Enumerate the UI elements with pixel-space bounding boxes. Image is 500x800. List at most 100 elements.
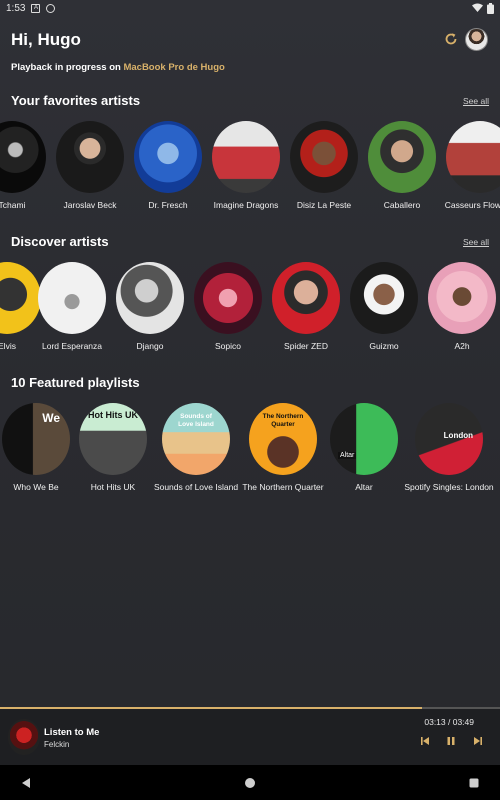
home-icon [245,778,255,788]
track-artist: Felckin [44,740,70,749]
status-right [472,2,494,14]
playlist-card[interactable]: Sounds of Love Island Sounds of Love Isl… [151,403,241,492]
status-time: 1:53 [6,2,26,14]
playlist-card[interactable]: The Northern Quarter The Northern Quarte… [238,403,328,492]
battery-icon [487,2,494,14]
mini-player[interactable]: Listen to Me Felckin 03:13 / 03:49 [0,707,500,765]
artist-card[interactable]: Lord Esperanza [27,262,117,351]
artist-card[interactable]: Casseurs Flowters [435,121,500,210]
discover-title: Discover artists [11,234,109,249]
playlist-card[interactable]: Hot Hits UK Hot Hits UK [68,403,158,492]
favorites-title: Your favorites artists [11,93,141,108]
playlist-name: Altar [355,482,373,492]
pause-button[interactable] [444,734,458,748]
playlist-cover-text: Altar [338,452,357,459]
artist-image [0,121,46,193]
next-button[interactable] [471,734,485,748]
playlist-card[interactable]: London Spotify Singles: London [404,403,494,492]
wifi-icon [472,3,483,12]
recents-button[interactable] [466,775,482,791]
artist-image [134,121,202,193]
playlist-name: Spotify Singles: London [404,482,494,492]
playlist-cover: Sounds of Love Island [162,403,230,475]
back-icon [22,778,30,788]
artist-image [212,121,280,193]
status-bar: 1:53 A [0,0,500,16]
artist-name: Django [136,341,164,351]
artist-image [56,121,124,193]
artist-name: Caballero [383,200,421,210]
refresh-button[interactable] [443,31,459,47]
notification-circle-icon [46,3,56,13]
device-link[interactable]: MacBook Pro de Hugo [123,62,224,73]
app-root: 1:53 A Hi, Hugo Playback in progress on … [0,0,500,800]
artist-name: Imagine Dragons [213,200,279,210]
status-left: 1:53 A [6,2,56,14]
artist-name: Lord Esperanza [41,341,102,351]
playlist-cover: Hot Hits UK [79,403,147,475]
pause-icon [447,737,455,745]
progress-fill [0,707,422,709]
track-time: 03:13 / 03:49 [424,717,474,727]
system-nav-bar [0,765,500,800]
artist-image [272,262,340,334]
track-cover [8,719,40,755]
playlist-cover-text: Sounds of Love Island [178,413,214,428]
playback-prefix: Playback in progress on [11,62,121,73]
refresh-icon [445,33,457,45]
artist-name: Jaroslav Beck [63,200,117,210]
user-avatar[interactable] [465,28,488,51]
previous-icon [421,737,429,745]
playlist-card[interactable]: Altar Altar [319,403,409,492]
artist-image [290,121,358,193]
artist-card[interactable]: Disiz La Peste [279,121,369,210]
playlists-title: 10 Featured playlists [11,375,140,390]
playlist-cover-text: London [443,431,473,440]
artist-card[interactable]: Jaroslav Beck [45,121,135,210]
artist-card[interactable]: Dr. Fresch [123,121,213,210]
back-button[interactable] [18,775,34,791]
playlist-name: The Northern Quarter [242,482,324,492]
notification-a-icon: A [31,3,41,13]
playlist-cover-text: Hot Hits UK [88,410,138,420]
artist-image [194,262,262,334]
playlist-cover-text: The Northern Quarter [262,413,304,428]
playlist-cover: We [2,403,70,475]
artist-name: Casseurs Flowters [444,200,500,210]
playlist-cover: The Northern Quarter [249,403,317,475]
playback-status: Playback in progress on MacBook Pro de H… [11,62,225,73]
recents-icon [469,778,479,788]
playlists-row: We Who We Be Hot Hits UK Hot Hits UK Sou… [0,403,500,498]
artist-card[interactable]: Imagine Dragons [201,121,291,210]
artist-image [446,121,500,193]
artist-name: Disiz La Peste [296,200,352,210]
favorites-row: Tchami Jaroslav Beck Dr. Fresch Imagine … [0,121,500,216]
track-title: Listen to Me [44,727,100,738]
artist-name: Spider ZED [284,341,328,351]
artist-name: Guizmo [369,341,399,351]
artist-image [350,262,418,334]
artist-card[interactable]: Sopico [183,262,273,351]
artist-image [428,262,496,334]
artist-card[interactable]: Caballero [357,121,447,210]
next-icon [474,737,482,745]
discover-see-all-link[interactable]: See all [463,237,489,247]
artist-name: Dr. Fresch [148,200,188,210]
playlist-cover: London [415,403,483,475]
artist-card[interactable]: Spider ZED [261,262,351,351]
favorites-see-all-link[interactable]: See all [463,96,489,106]
artist-card[interactable]: Django [105,262,195,351]
artist-image [38,262,106,334]
previous-button[interactable] [418,734,432,748]
artist-name: A2h [454,341,470,351]
artist-image [116,262,184,334]
home-button[interactable] [242,775,258,791]
artist-card[interactable]: Guizmo [339,262,429,351]
playlist-name: Sounds of Love Island [153,482,239,492]
discover-row: Elvis Lord Esperanza Django Sopico Spide… [0,262,500,357]
greeting-title: Hi, Hugo [11,30,81,49]
artist-name: Sopico [215,341,241,351]
artist-image [368,121,436,193]
playlist-name: Hot Hits UK [90,482,136,492]
artist-card[interactable]: A2h [417,262,500,351]
